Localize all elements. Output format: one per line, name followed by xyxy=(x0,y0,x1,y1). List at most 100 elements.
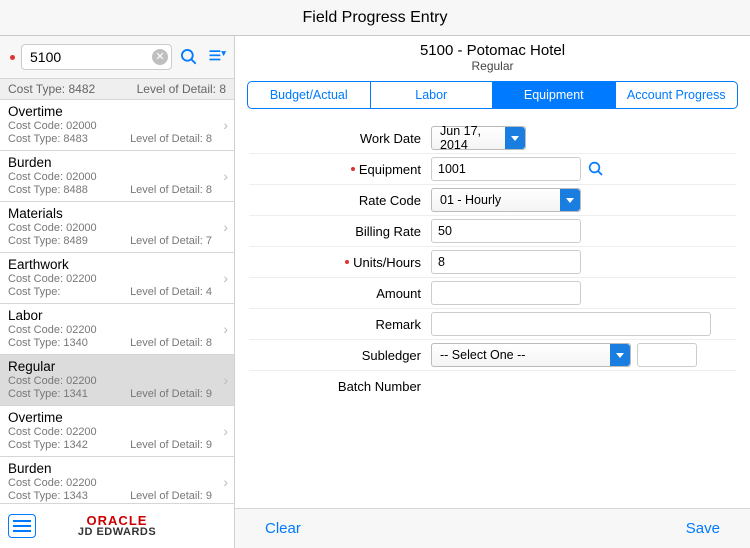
chevron-right-icon: › xyxy=(223,168,228,184)
page-title: Field Progress Entry xyxy=(303,9,448,27)
amount-input[interactable] xyxy=(431,281,581,305)
chevron-right-icon: › xyxy=(223,270,228,286)
sub-header-left: Cost Type: 8482 xyxy=(8,82,95,96)
tab-labor[interactable]: Labor xyxy=(371,82,494,108)
list-item-title: Labor xyxy=(8,308,212,323)
label-remark: Remark xyxy=(249,317,431,332)
list-item-type: Cost Type: 1340 xyxy=(8,337,88,350)
equipment-search-icon[interactable] xyxy=(587,160,605,178)
list-item-type: Cost Type: 8483 xyxy=(8,133,88,146)
list-item-lod: Level of Detail: 4 xyxy=(130,286,212,299)
main: ✕ Cost Type: 8482 Level of Detail: 8 Ove… xyxy=(0,36,750,548)
list-item[interactable]: BurdenCost Code: 02200Cost Type: 1343Lev… xyxy=(0,457,234,503)
context-header: 5100 - Potomac Hotel Regular xyxy=(235,36,750,75)
app: Field Progress Entry ✕ Cost Type: 8482 L… xyxy=(0,0,750,548)
list-item[interactable]: BurdenCost Code: 02000Cost Type: 8488Lev… xyxy=(0,151,234,202)
list-item-type: Cost Type: 1342 xyxy=(8,439,88,452)
context-title: 5100 - Potomac Hotel xyxy=(235,42,750,59)
search-input[interactable] xyxy=(21,44,172,70)
list-sub-header: Cost Type: 8482 Level of Detail: 8 xyxy=(0,78,234,100)
label-batch: Batch Number xyxy=(249,379,431,394)
filter-list-icon[interactable] xyxy=(206,46,228,68)
list-item[interactable]: MaterialsCost Code: 02000Cost Type: 8489… xyxy=(0,202,234,253)
list-item-code: Cost Code: 02200 xyxy=(8,426,97,439)
list-item-code: Cost Code: 02200 xyxy=(8,375,97,388)
topbar: Field Progress Entry xyxy=(0,0,750,36)
list-item-lod: Level of Detail: 8 xyxy=(130,133,212,146)
work-date-picker[interactable]: Jun 17, 2014 xyxy=(431,126,526,150)
row-batch: Batch Number xyxy=(249,371,736,402)
context-subtitle: Regular xyxy=(235,59,750,73)
list-item-lod: Level of Detail: 9 xyxy=(130,439,212,452)
list-item-title: Earthwork xyxy=(8,257,212,272)
row-remark: Remark xyxy=(249,309,736,340)
list-item-title: Overtime xyxy=(8,104,212,119)
chevron-right-icon: › xyxy=(223,423,228,439)
save-button[interactable]: Save xyxy=(686,520,720,537)
list-item-type: Cost Type: xyxy=(8,286,60,299)
subledger-extra-input[interactable] xyxy=(637,343,697,367)
sub-header-right: Level of Detail: 8 xyxy=(137,82,226,96)
required-dot xyxy=(345,260,349,264)
menu-button[interactable] xyxy=(8,514,36,538)
list-item-lod: Level of Detail: 7 xyxy=(130,235,212,248)
right-footer: Clear Save xyxy=(235,508,750,548)
label-rate-code: Rate Code xyxy=(249,193,431,208)
list-item-type: Cost Type: 1343 xyxy=(8,490,88,503)
list-item-type: Cost Type: 1341 xyxy=(8,388,88,401)
list-item[interactable]: EarthworkCost Code: 02200Cost Type: Level… xyxy=(0,253,234,304)
cost-list: OvertimeCost Code: 02000Cost Type: 8483L… xyxy=(0,100,234,503)
tab-budget-actual[interactable]: Budget/Actual xyxy=(248,82,371,108)
list-item[interactable]: OvertimeCost Code: 02200Cost Type: 1342 L… xyxy=(0,406,234,457)
equipment-input[interactable] xyxy=(431,157,581,181)
brand-logo: ORACLE JD EDWARDS xyxy=(36,514,198,538)
left-footer: ORACLE JD EDWARDS xyxy=(0,503,234,548)
search-input-wrap: ✕ xyxy=(21,44,172,70)
list-item[interactable]: LaborCost Code: 02200Cost Type: 1340Leve… xyxy=(0,304,234,355)
row-equipment: Equipment xyxy=(249,154,736,185)
list-item-title: Burden xyxy=(8,461,212,476)
right-panel: 5100 - Potomac Hotel Regular Budget/Actu… xyxy=(235,36,750,548)
list-item-code: Cost Code: 02000 xyxy=(8,120,97,133)
list-item-title: Materials xyxy=(8,206,212,221)
tab-bar: Budget/ActualLaborEquipmentAccount Progr… xyxy=(247,81,738,109)
billing-rate-input[interactable] xyxy=(431,219,581,243)
clear-button[interactable]: Clear xyxy=(265,520,301,537)
tab-equipment[interactable]: Equipment xyxy=(493,82,616,108)
label-amount: Amount xyxy=(249,286,431,301)
caret-down-icon xyxy=(505,127,525,149)
label-units-hours: Units/Hours xyxy=(353,255,421,270)
caret-down-icon xyxy=(560,189,580,211)
search-row: ✕ xyxy=(0,36,234,78)
list-item-code: Cost Code: 02200 xyxy=(8,477,97,490)
search-icon[interactable] xyxy=(178,46,200,68)
row-units-hours: Units/Hours xyxy=(249,247,736,278)
list-item-code: Cost Code: 02000 xyxy=(8,171,97,184)
rate-code-select[interactable]: 01 - Hourly xyxy=(431,188,581,212)
chevron-right-icon: › xyxy=(223,474,228,490)
label-equipment: Equipment xyxy=(359,162,421,177)
units-hours-input[interactable] xyxy=(431,250,581,274)
label-billing-rate: Billing Rate xyxy=(249,224,431,239)
list-item[interactable]: RegularCost Code: 02200Cost Type: 1341Le… xyxy=(0,355,234,406)
list-item[interactable]: OvertimeCost Code: 02000Cost Type: 8483 L… xyxy=(0,100,234,151)
list-item-code: Cost Code: 02200 xyxy=(8,324,97,337)
subledger-select[interactable]: -- Select One -- xyxy=(431,343,631,367)
row-rate-code: Rate Code 01 - Hourly xyxy=(249,185,736,216)
list-item-type: Cost Type: 8488 xyxy=(8,184,88,197)
list-item-title: Overtime xyxy=(8,410,212,425)
list-item-lod: Level of Detail: 9 xyxy=(130,388,212,401)
list-item-code: Cost Code: 02200 xyxy=(8,273,97,286)
row-subledger: Subledger -- Select One -- xyxy=(249,340,736,371)
clear-search-icon[interactable]: ✕ xyxy=(152,49,168,65)
row-amount: Amount xyxy=(249,278,736,309)
remark-input[interactable] xyxy=(431,312,711,336)
brand-bottom: JD EDWARDS xyxy=(36,527,198,538)
chevron-right-icon: › xyxy=(223,321,228,337)
chevron-right-icon: › xyxy=(223,219,228,235)
row-billing-rate: Billing Rate xyxy=(249,216,736,247)
row-work-date: Work Date Jun 17, 2014 xyxy=(249,123,736,154)
chevron-right-icon: › xyxy=(223,372,228,388)
tab-account-progress[interactable]: Account Progress xyxy=(616,82,738,108)
form: Work Date Jun 17, 2014 Equipment Rate Co… xyxy=(235,115,750,410)
